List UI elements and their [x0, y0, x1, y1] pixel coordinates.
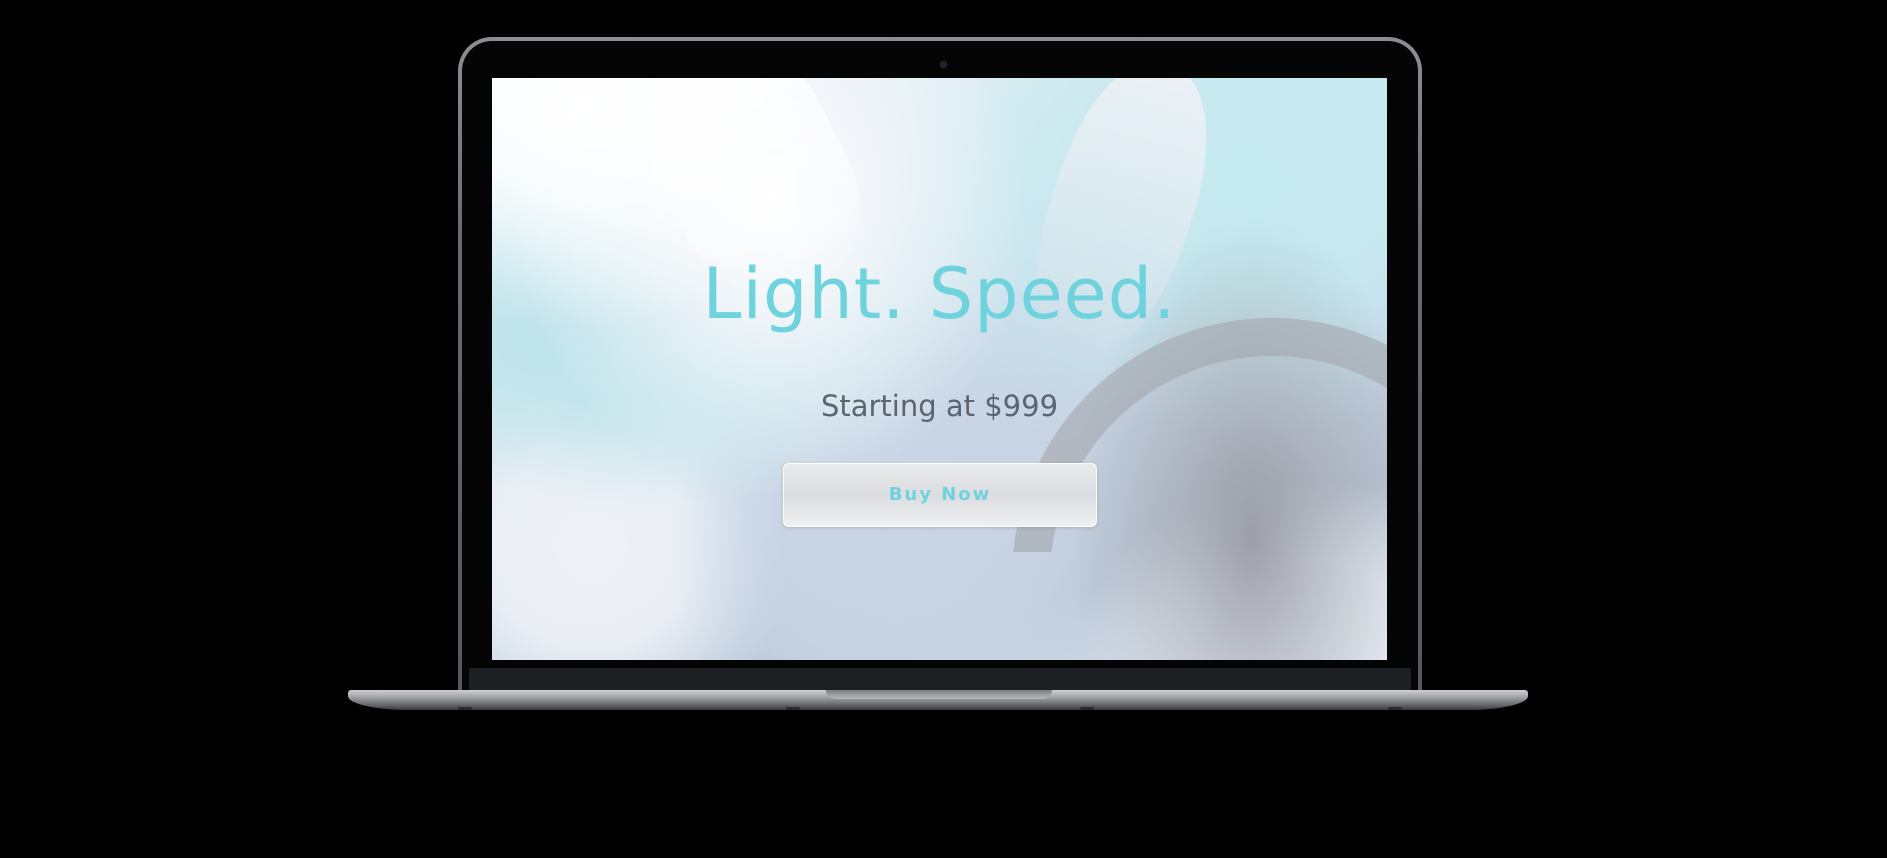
buy-now-button[interactable]: Buy Now	[783, 463, 1097, 527]
laptop-screen: Light. Speed. Starting at $999 Buy Now	[492, 78, 1387, 660]
hero-section: Light. Speed. Starting at $999 Buy Now	[492, 78, 1387, 660]
hero-price-subline: Starting at $999	[820, 389, 1059, 423]
camera-icon	[940, 61, 947, 68]
laptop-foot	[1388, 707, 1402, 710]
bezel-chin	[469, 668, 1411, 691]
hero-headline: Light. Speed.	[702, 253, 1177, 335]
laptop-foot	[1080, 707, 1094, 710]
laptop-foot	[458, 707, 472, 710]
laptop-base-notch	[826, 690, 1052, 699]
laptop-foot	[786, 707, 800, 710]
stage: Light. Speed. Starting at $999 Buy Now	[0, 0, 1887, 858]
